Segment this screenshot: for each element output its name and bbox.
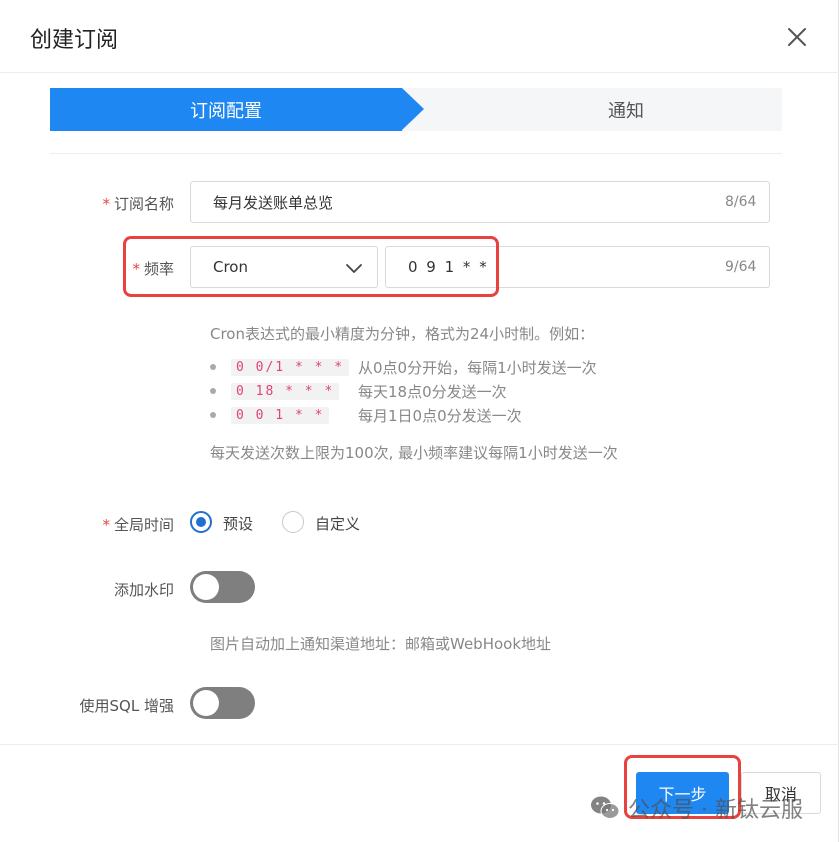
list-item: 0 0/1 * * * 从0点0分开始，每隔1小时发送一次 xyxy=(210,357,597,377)
dialog-header: 创建订阅 xyxy=(0,0,839,73)
cron-example-desc: 每月1日0点0分发送一次 xyxy=(358,406,522,425)
radio-preset[interactable] xyxy=(190,511,212,533)
bullet xyxy=(210,364,216,370)
cron-example-code: 0 0 1 * * xyxy=(231,406,330,424)
watermark-toggle[interactable] xyxy=(190,571,255,603)
required-mark: * xyxy=(132,260,140,278)
cron-example-desc: 从0点0分开始，每隔1小时发送一次 xyxy=(358,358,597,377)
wechat-icon xyxy=(590,795,620,821)
cron-example-code: 0 0/1 * * * xyxy=(231,358,350,376)
watermark-help: 图片自动加上通知渠道地址：邮箱或WebHook地址 xyxy=(210,635,552,653)
cron-example-desc: 每天18点0分发送一次 xyxy=(358,382,507,401)
radio-custom[interactable] xyxy=(282,511,304,533)
cron-expression-input[interactable]: 0 9 1 * * xyxy=(385,246,770,288)
step-arrow xyxy=(402,88,424,130)
dialog-title: 创建订阅 xyxy=(30,28,119,53)
frequency-type-select[interactable]: Cron xyxy=(190,246,378,288)
input-value: 每月发送账单总览 xyxy=(213,193,334,212)
required-mark: * xyxy=(102,195,110,213)
footer-divider xyxy=(0,744,839,745)
sql-enhance-toggle[interactable] xyxy=(190,687,255,719)
cron-help-intro: Cron表达式的最小精度为分钟，格式为24小时制。例如： xyxy=(210,325,595,343)
global-time-label: * 全局时间 xyxy=(102,516,174,534)
subscription-name-input[interactable]: 每月发送账单总览 xyxy=(190,181,770,223)
radio-preset-label[interactable]: 预设 xyxy=(223,513,253,534)
overlay-watermark: 公众号 · 新钛云服 xyxy=(590,790,803,826)
cron-example-code: 0 18 * * * xyxy=(231,382,340,400)
name-char-counter: 8/64 xyxy=(725,194,757,210)
watermark-text: 公众号 · 新钛云服 xyxy=(628,798,803,823)
input-value: 0 9 1 * * xyxy=(408,258,489,276)
step-subscription-config: 订阅配置 xyxy=(50,88,402,131)
toggle-knob xyxy=(193,690,219,716)
radio-custom-label[interactable]: 自定义 xyxy=(315,513,360,534)
divider xyxy=(50,153,782,154)
required-mark: * xyxy=(102,516,110,534)
frequency-label: * 频率 xyxy=(132,260,174,278)
step-label: 订阅配置 xyxy=(190,100,262,122)
step-notification: 通知 xyxy=(470,88,782,131)
list-item: 0 0 1 * * 每月1日0点0分发送一次 xyxy=(210,405,522,425)
close-icon[interactable] xyxy=(782,22,812,52)
step-label: 通知 xyxy=(608,100,644,122)
sql-enhance-label: 使用SQL 增强 xyxy=(79,697,174,715)
name-label: * 订阅名称 xyxy=(102,195,174,213)
list-item: 0 18 * * * 每天18点0分发送一次 xyxy=(210,381,507,401)
toggle-knob xyxy=(193,574,219,600)
watermark-label: 添加水印 xyxy=(113,581,174,599)
bullet xyxy=(210,412,216,418)
cron-help-limit: 每天发送次数上限为100次, 最小频率建议每隔1小时发送一次 xyxy=(210,444,618,462)
chevron-down-icon xyxy=(345,259,363,277)
create-subscription-dialog: 创建订阅 订阅配置 通知 * 订阅名称 每月发送账单总览 8/64 * 频率 Cro… xyxy=(0,0,839,842)
cron-char-counter: 9/64 xyxy=(725,259,757,275)
step-progress: 订阅配置 通知 xyxy=(50,88,782,131)
bullet xyxy=(210,388,216,394)
select-value: Cron xyxy=(213,258,248,276)
